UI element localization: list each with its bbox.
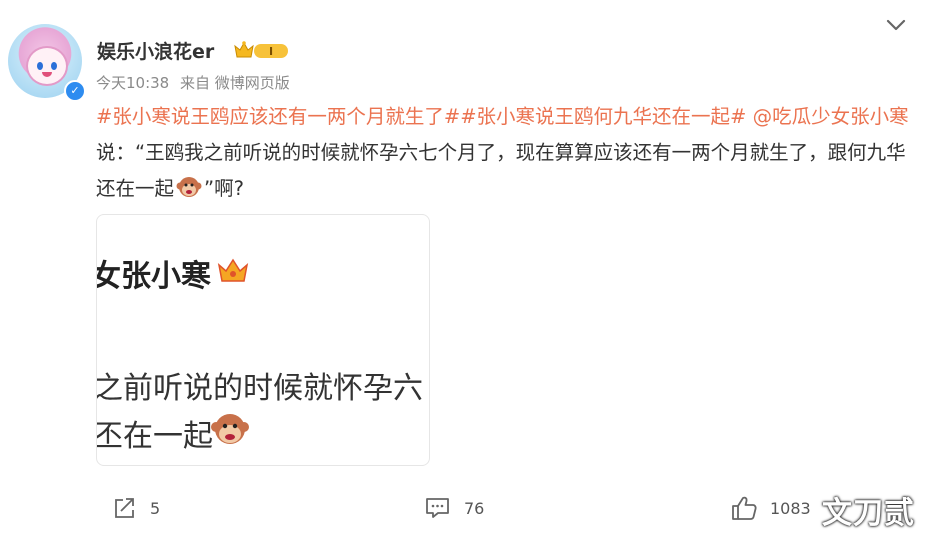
thumbs-up-icon [732, 496, 757, 520]
mention-link[interactable]: @吃瓜少女张小寒 [753, 105, 909, 128]
user-level-crown-icon[interactable]: I [232, 38, 290, 62]
username[interactable]: 娱乐小浪花er [97, 37, 214, 64]
post-source: 来自 微博网页版 [180, 74, 290, 92]
weibo-post-card: ✓ 娱乐小浪花er I 今天10:38 来自 微博网页版 #张小寒说王鸥应该还有… [0, 0, 943, 547]
watermark-text: 文刀贰 [822, 496, 915, 531]
comment-icon [426, 498, 449, 518]
chevron-down-icon[interactable] [884, 16, 908, 34]
crown-icon [217, 258, 249, 282]
monkey-emoji-icon [176, 177, 202, 197]
comment-count: 76 [464, 498, 485, 518]
user-level-text: I [269, 45, 273, 58]
post-text-end: ”啊? [204, 177, 244, 200]
avatar-eye-right [51, 62, 57, 70]
avatar-mouth [42, 72, 52, 77]
post-timestamp[interactable]: 今天10:38 [96, 74, 169, 92]
preview-text-line: 之前听说的时候就怀孕六 [96, 371, 423, 406]
repost-count: 5 [150, 498, 161, 518]
preview-text-line: 女张小寒 [96, 259, 211, 294]
comment-button[interactable]: 76 [424, 494, 484, 522]
like-button[interactable]: 1083 [730, 494, 811, 522]
avatar-eye-left [37, 62, 43, 70]
like-count: 1083 [770, 498, 811, 518]
hashtag-link[interactable]: #张小寒说王鸥应该还有一两个月就生了# [96, 105, 460, 128]
image-preview[interactable]: 女张小寒 之前听说的时候就怀孕六 丕在一起 [96, 214, 430, 466]
monkey-emoji-icon [211, 414, 249, 444]
repost-button[interactable]: 5 [112, 494, 160, 522]
preview-text-line: 丕在一起 [96, 419, 213, 454]
avatar-face [26, 46, 68, 86]
verified-badge-icon: ✓ [64, 80, 86, 102]
hashtag-link[interactable]: #张小寒说王鸥何九华还在一起# [460, 105, 746, 128]
post-content: #张小寒说王鸥应该还有一两个月就生了##张小寒说王鸥何九华还在一起# @吃瓜少女… [96, 99, 916, 207]
share-icon [115, 498, 134, 518]
post-meta: 今天10:38 来自 微博网页版 [96, 72, 296, 93]
